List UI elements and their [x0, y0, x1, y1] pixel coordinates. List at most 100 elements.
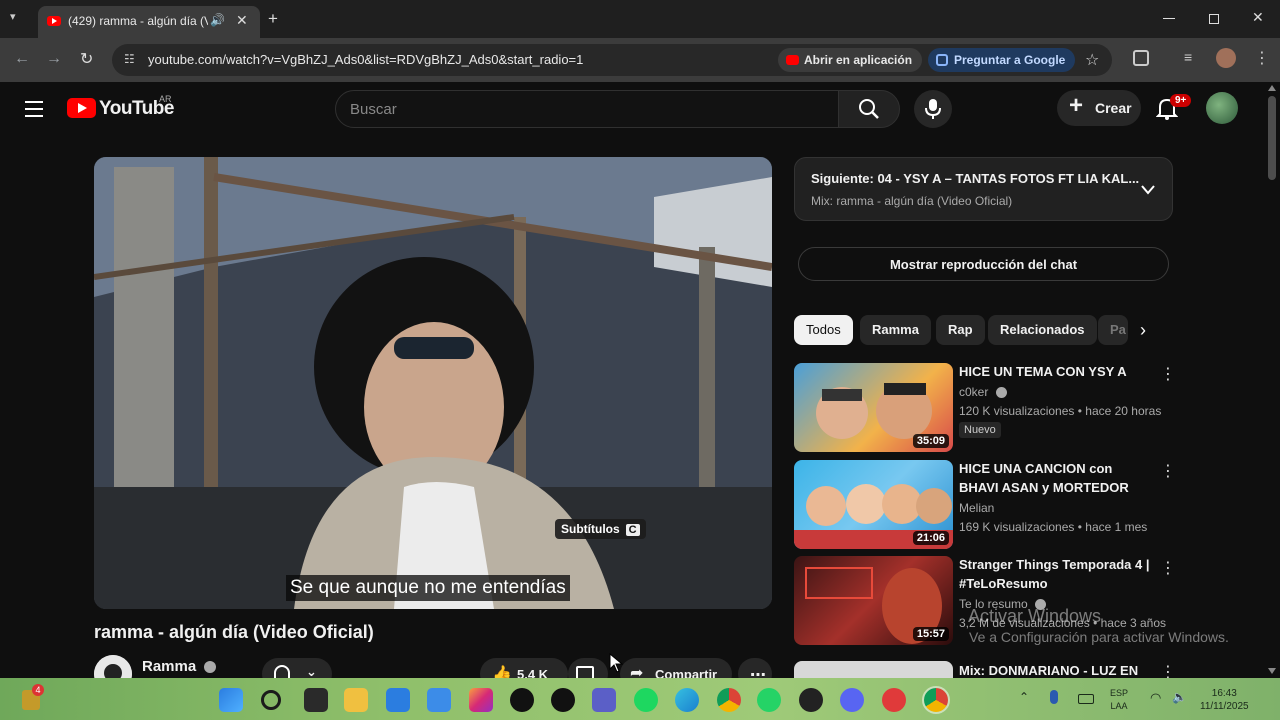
related-video-channel[interactable]: c0ker — [959, 385, 1007, 399]
related-video-title[interactable]: Stranger Things Temporada 4 | #TeLoResum… — [959, 555, 1155, 593]
app-red-icon[interactable] — [882, 688, 906, 712]
file-explorer-icon[interactable] — [344, 688, 368, 712]
more-options-icon[interactable]: ⋮ — [1160, 662, 1170, 678]
task-view-icon[interactable] — [304, 688, 328, 712]
chrome-active-icon[interactable] — [922, 686, 950, 714]
more-options-icon[interactable]: ⋮ — [1160, 558, 1176, 578]
browser-tab[interactable]: (429) ramma - algún día (Vi 🔊 ✕ — [38, 6, 260, 38]
scroll-down-arrow-icon[interactable] — [1268, 668, 1276, 674]
voice-search-button[interactable] — [914, 90, 952, 128]
chrome-icon[interactable] — [717, 688, 741, 712]
youtube-app-icon — [786, 55, 799, 65]
app-icon[interactable] — [799, 688, 823, 712]
store-icon[interactable] — [386, 688, 410, 712]
filters-next-arrow-icon[interactable]: › — [1140, 320, 1146, 341]
x-icon[interactable] — [551, 688, 575, 712]
show-chat-replay-button[interactable]: Mostrar reproducción del chat — [798, 247, 1169, 281]
activate-windows-subtitle: Ve a Configuración para activar Windows. — [969, 629, 1229, 645]
filter-chip-related[interactable]: Relacionados — [988, 315, 1097, 345]
related-video-thumbnail[interactable]: 15:57 — [794, 556, 953, 645]
search-placeholder: Buscar — [350, 101, 397, 118]
tab-list-chevron-icon[interactable]: ▾ — [10, 10, 28, 28]
url-text[interactable]: youtube.com/watch?v=VgBhZJ_Ads0&list=RDV… — [148, 52, 583, 67]
youtube-favicon-icon — [47, 16, 61, 26]
open-in-app-label: Abrir en aplicación — [804, 53, 913, 67]
edge-icon[interactable] — [675, 688, 699, 712]
video-duration: 21:06 — [912, 531, 949, 545]
search-input[interactable]: Buscar — [335, 90, 839, 128]
teams-icon[interactable] — [592, 688, 616, 712]
video-player[interactable] — [94, 157, 772, 609]
close-tab-icon[interactable]: ✕ — [236, 12, 248, 29]
new-tab-icon[interactable]: + — [268, 9, 278, 29]
start-windows-icon[interactable] — [219, 688, 243, 712]
related-video-meta: 169 K visualizaciones • hace 1 mes — [959, 520, 1148, 534]
close-window-icon[interactable]: ✕ — [1252, 9, 1264, 26]
chevron-down-icon[interactable] — [1141, 185, 1155, 195]
filter-chip-more[interactable]: Pa — [1098, 315, 1128, 345]
microphone-icon — [925, 99, 941, 119]
related-video-title[interactable]: Mix: DONMARIANO - LUZ EN LA — [959, 661, 1155, 678]
channel-name[interactable]: Ramma — [142, 658, 217, 675]
related-video-thumbnail[interactable] — [794, 661, 953, 678]
account-avatar[interactable] — [1206, 92, 1238, 124]
region-code: AR — [159, 94, 172, 104]
keyboard-icon[interactable] — [1078, 694, 1094, 704]
up-next-panel[interactable]: Siguiente: 04 - YSY A – TANTAS FOTOS FT … — [794, 157, 1173, 221]
play-triangle-icon — [78, 103, 87, 113]
related-video-channel[interactable]: Melian — [959, 501, 994, 515]
create-label: Crear — [1095, 100, 1132, 116]
related-video-thumbnail[interactable]: 21:06 — [794, 460, 953, 549]
scrollbar-thumb[interactable] — [1268, 96, 1276, 180]
channel-name-text: c0ker — [959, 385, 989, 399]
more-options-icon[interactable]: ⋮ — [1160, 461, 1176, 481]
browser-tab-bar: ▾ (429) ramma - algún día (Vi 🔊 ✕ + ✕ — [0, 0, 1280, 38]
filter-chip-ramma[interactable]: Ramma — [860, 315, 931, 345]
input-language[interactable]: ESP LAA — [1110, 687, 1128, 713]
page-scrollbar[interactable] — [1264, 82, 1280, 678]
bookmark-star-icon[interactable]: ☆ — [1085, 50, 1099, 70]
more-options-icon[interactable]: ⋮ — [1160, 364, 1176, 384]
filter-chip-more-label: Pa — [1110, 322, 1126, 337]
wifi-icon[interactable]: ◠ — [1150, 690, 1161, 706]
input-language-line1: ESP — [1110, 688, 1129, 698]
browser-menu-icon[interactable]: ⋮ — [1254, 48, 1270, 68]
whatsapp-icon[interactable] — [757, 688, 781, 712]
forward-icon[interactable]: → — [46, 50, 62, 68]
back-icon[interactable]: ← — [14, 50, 30, 68]
filter-chip-all[interactable]: Todos — [794, 315, 853, 345]
restore-icon[interactable] — [1209, 14, 1219, 24]
scroll-up-arrow-icon[interactable] — [1268, 85, 1276, 91]
tray-overflow-icon[interactable]: ⌃ — [1019, 690, 1029, 704]
filter-chip-rap[interactable]: Rap — [936, 315, 985, 345]
instagram-icon[interactable] — [469, 688, 493, 712]
reload-icon[interactable]: ↻ — [80, 49, 93, 69]
related-video-title[interactable]: HICE UN TEMA CON YSY A — [959, 362, 1155, 381]
new-badge: Nuevo — [959, 422, 1001, 438]
speaker-icon[interactable]: 🔊 — [210, 13, 225, 27]
tiktok-icon[interactable] — [510, 688, 534, 712]
ask-google-button[interactable]: Preguntar a Google — [928, 48, 1076, 72]
create-button[interactable]: + Crear — [1057, 90, 1141, 126]
minimize-icon[interactable] — [1163, 18, 1175, 19]
subtitles-shortcut-hint: Subtítulos C — [555, 519, 646, 539]
tray-mic-icon[interactable] — [1050, 690, 1058, 704]
tray-clock[interactable]: 16:43 11/11/2025 — [1200, 687, 1249, 713]
search-taskbar-icon[interactable] — [261, 690, 281, 710]
mail-icon[interactable] — [427, 688, 451, 712]
related-video-thumbnail[interactable]: 35:09 — [794, 363, 953, 452]
plus-icon: + — [1069, 92, 1084, 119]
address-bar[interactable]: ☷ youtube.com/watch?v=VgBhZJ_Ads0&list=R… — [112, 44, 1112, 76]
extensions-icon[interactable] — [1133, 50, 1149, 66]
notifications-badge: 9+ — [1170, 94, 1192, 107]
media-controls-icon[interactable]: ≡ — [1184, 49, 1192, 65]
hamburger-menu-icon[interactable] — [25, 101, 43, 117]
related-video-title[interactable]: HICE UNA CANCION con BHAVI ASAN y MORTED… — [959, 459, 1155, 497]
site-info-icon[interactable]: ☷ — [124, 52, 135, 66]
spotify-icon[interactable] — [634, 688, 658, 712]
open-in-app-button[interactable]: Abrir en aplicación — [778, 48, 923, 72]
profile-avatar-icon[interactable] — [1216, 48, 1236, 68]
discord-icon[interactable] — [840, 688, 864, 712]
search-button[interactable] — [838, 90, 900, 128]
volume-icon[interactable]: 🔈 — [1172, 690, 1187, 704]
